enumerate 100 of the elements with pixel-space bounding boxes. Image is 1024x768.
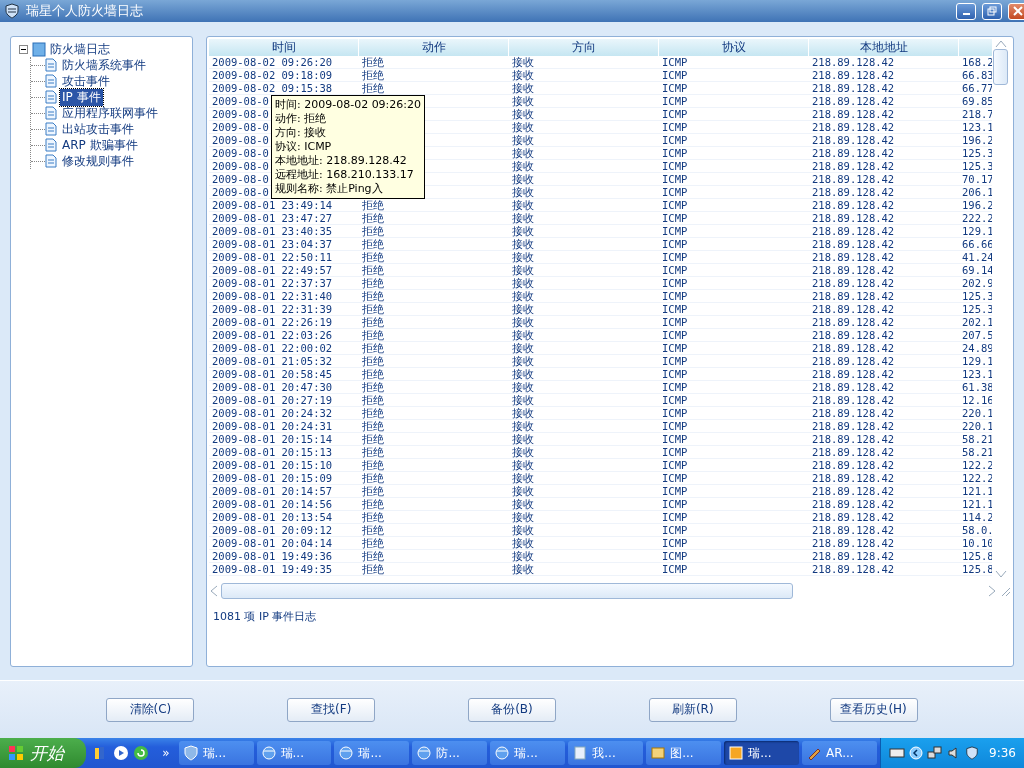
table-cell-text: 69.85	[961, 95, 992, 107]
refresh-icon[interactable]	[133, 745, 150, 761]
tree-item[interactable]: 防火墙日志	[50, 40, 110, 58]
action-button[interactable]: 清除(C)	[106, 697, 195, 722]
table-cell-text: 122.2	[961, 472, 992, 484]
scrollbar-thumb[interactable]	[221, 582, 793, 599]
table-cell-text: 218.89.128.42	[811, 342, 896, 354]
taskbar-button[interactable]: AR...	[802, 741, 877, 765]
table-cell-text: 接收	[511, 160, 535, 172]
table-cell-text: ICMP	[661, 381, 689, 393]
tree-item[interactable]: 出站攻击事件	[60, 120, 136, 138]
chevron-left-icon[interactable]	[909, 746, 924, 760]
tree-item[interactable]: 防火墙系统事件	[60, 56, 148, 74]
table-cell-text: 218.89.128.42	[811, 251, 896, 263]
table-cell: 2009-08-01 20:14:56	[212, 498, 333, 510]
table-cell-text: 196.2	[961, 199, 992, 211]
document-icon	[45, 74, 57, 88]
table-cell-text: 拒绝	[361, 394, 385, 406]
table-cell-text: 218.89.128.42	[811, 524, 896, 536]
table-cell-text: 168.2	[961, 56, 992, 68]
table-cell: 2009-08-0	[212, 95, 269, 107]
tree-item[interactable]: 应用程序联网事件	[60, 104, 160, 122]
table-cell-text: ICMP	[661, 147, 689, 159]
shield-icon[interactable]	[965, 745, 980, 761]
minimize-button[interactable]	[956, 2, 976, 20]
table-cell-text: 218.89.128.42	[811, 95, 896, 107]
action-button[interactable]: 备份(B)	[468, 697, 556, 722]
column-header[interactable]: 动作	[359, 39, 509, 56]
globe-icon	[260, 745, 277, 761]
action-button[interactable]: 查看历史(H)	[829, 697, 918, 722]
close-icon	[1013, 6, 1023, 16]
table-cell: 2009-08-01 20:14:57	[212, 485, 333, 497]
action-button[interactable]: 查找(F)	[287, 697, 376, 722]
taskbar-button[interactable]: 瑞...	[334, 741, 410, 765]
table-cell: 2009-08-01 22:31:39	[212, 303, 333, 315]
taskbar-button[interactable]: 图...	[646, 741, 722, 765]
table-cell-text: 218.89.128.42	[811, 329, 896, 341]
table-cell-text: 220.1	[961, 407, 992, 419]
column-header[interactable]: 时间	[209, 39, 359, 56]
table-cell-text: 接收	[511, 238, 535, 250]
tree-item[interactable]: ARP 欺骗事件	[60, 136, 140, 154]
table-cell: 2009-08-01 20:04:14	[212, 537, 333, 549]
tree-item[interactable]: 修改规则事件	[60, 152, 136, 170]
collapse-toggle[interactable]	[19, 44, 28, 54]
column-header[interactable]: 方向	[509, 39, 659, 56]
start-button[interactable]: 开始	[0, 738, 87, 768]
table-cell-text: 70.17	[961, 173, 992, 185]
table-cell-text: 接收	[511, 56, 535, 68]
taskbar-button[interactable]: 瑞...	[178, 741, 254, 765]
taskbar-button[interactable]: 瑞...	[724, 741, 800, 765]
table-cell-text: 接收	[511, 511, 535, 523]
table-cell-text: 拒绝	[361, 498, 385, 510]
table-cell-text: ICMP	[661, 511, 689, 523]
close-button[interactable]	[1008, 2, 1024, 20]
table-cell: 2009-08-0	[212, 173, 269, 185]
column-header[interactable]: 本地地址	[809, 39, 959, 56]
taskbar-button[interactable]: 瑞...	[256, 741, 332, 765]
table-cell-text: 125.3	[961, 147, 992, 159]
tree-item[interactable]: 攻击事件	[60, 72, 112, 90]
taskbar-button[interactable]: 我...	[568, 741, 644, 765]
column-header[interactable]: 协议	[659, 39, 809, 56]
tree-item[interactable]: IP 事件	[60, 88, 103, 106]
table-cell: 2009-08-01 20:24:31	[212, 420, 333, 432]
table-cell-text: 58.21	[961, 446, 992, 458]
action-button[interactable]: 刷新(R)	[648, 697, 737, 722]
tooltip-line: 协议: ICMP	[275, 140, 333, 154]
table-cell-text: 接收	[511, 147, 535, 159]
more-button[interactable]: »	[156, 746, 176, 760]
document-icon	[45, 90, 57, 104]
table-cell-text: ICMP	[661, 277, 689, 289]
document-icon	[45, 106, 57, 120]
scrollbar-thumb[interactable]	[993, 49, 1008, 85]
table-cell-text: 接收	[511, 290, 535, 302]
table-cell-text: 218.89.128.42	[811, 563, 896, 575]
globe-icon	[338, 745, 355, 761]
table-cell-text: 接收	[511, 199, 535, 211]
table-cell-text: ICMP	[661, 95, 689, 107]
taskbar-button[interactable]: 防...	[412, 741, 488, 765]
table-cell-text: 218.89.128.42	[811, 498, 896, 510]
restore-button[interactable]	[982, 2, 1002, 20]
tooltip-line: 远程地址: 168.210.133.17	[275, 168, 415, 182]
table-cell-text: 125.3	[961, 290, 992, 302]
table-cell-text: 拒绝	[361, 355, 385, 367]
table-cell: 2009-08-01 23:47:27	[212, 212, 333, 224]
table-cell-text: 接收	[511, 303, 535, 315]
network-icon[interactable]	[927, 746, 944, 760]
table-cell-text: 拒绝	[361, 277, 385, 289]
table-cell-text: 121.1	[961, 485, 992, 497]
table-cell-text: 拒绝	[361, 82, 385, 94]
table-cell: 2009-08-01 23:49:14	[212, 199, 333, 211]
table-cell-text: 拒绝	[361, 238, 385, 250]
taskbar-button[interactable]: 瑞...	[490, 741, 566, 765]
table-cell-text: 拒绝	[361, 290, 385, 302]
table-cell-text: 拒绝	[361, 537, 385, 549]
keyboard-icon[interactable]	[889, 747, 906, 759]
table-cell-text: 218.89.128.42	[811, 420, 896, 432]
table-cell: 2009-08-01 23:04:37	[212, 238, 333, 250]
play-icon[interactable]	[113, 745, 130, 761]
table-cell-text: 接收	[511, 537, 535, 549]
table-cell-text: 196.2	[961, 134, 992, 146]
